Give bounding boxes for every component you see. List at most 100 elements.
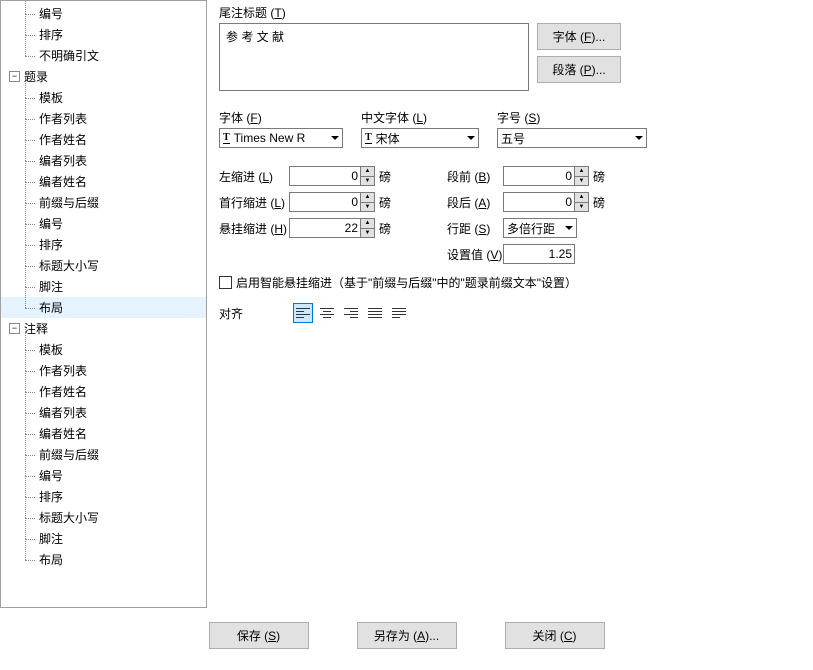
collapse-icon[interactable]: − <box>9 323 20 334</box>
first-indent-label: 首行缩进 (L) <box>219 194 289 211</box>
space-after-input[interactable] <box>503 192 575 212</box>
size-label: 字号 (S) <box>497 109 647 126</box>
tree-item[interactable]: 标题大小写 <box>1 255 206 276</box>
tree-item-label: 前缀与后缀 <box>39 194 99 211</box>
chevron-down-icon <box>331 136 339 140</box>
tree-group[interactable]: −注释 <box>1 318 206 339</box>
align-right-button[interactable] <box>341 303 361 323</box>
tree-item[interactable]: 前缀与后缀 <box>1 192 206 213</box>
save-button[interactable]: 保存 (S) <box>209 622 309 649</box>
font-button[interactable]: 字体 (F)... <box>537 23 621 50</box>
align-distribute-button[interactable] <box>389 303 409 323</box>
tree-item[interactable]: 作者姓名 <box>1 381 206 402</box>
tree-item-label: 作者姓名 <box>39 131 87 148</box>
tree-item[interactable]: 布局 <box>1 297 206 318</box>
tree-item-label: 布局 <box>39 299 63 316</box>
align-center-button[interactable] <box>317 303 337 323</box>
tree-item-label: 编者列表 <box>39 152 87 169</box>
tree-item[interactable]: 排序 <box>1 234 206 255</box>
unit-label: 磅 <box>593 194 605 211</box>
tree-item[interactable]: 前缀与后缀 <box>1 444 206 465</box>
tree-item-label: 编号 <box>39 467 63 484</box>
tree-item-label: 不明确引文 <box>39 47 99 64</box>
tree-item-label: 作者姓名 <box>39 383 87 400</box>
tree-item-label: 排序 <box>39 26 63 43</box>
first-indent-input[interactable] <box>289 192 361 212</box>
font-icon: T <box>223 132 230 144</box>
tree-group-label: 题录 <box>24 68 48 85</box>
tree-item[interactable]: 排序 <box>1 486 206 507</box>
tree-item-label: 模板 <box>39 341 63 358</box>
unit-label: 磅 <box>379 220 391 237</box>
tree-item[interactable]: 标题大小写 <box>1 507 206 528</box>
first-indent-stepper[interactable]: ▲▼ <box>361 192 375 212</box>
endnote-title-label: 尾注标题 (T) <box>219 4 803 21</box>
hanging-indent-stepper[interactable]: ▲▼ <box>361 218 375 238</box>
footer-buttons: 保存 (S) 另存为 (A)... 关闭 (C) <box>0 608 813 663</box>
tree-item[interactable]: 编者列表 <box>1 150 206 171</box>
main-panel: 尾注标题 (T) 参 考 文 献 字体 (F)... 段落 (P)... 字体 … <box>207 0 813 608</box>
hanging-indent-label: 悬挂缩进 (H) <box>219 220 289 237</box>
tree-item[interactable]: 作者姓名 <box>1 129 206 150</box>
space-before-input[interactable] <box>503 166 575 186</box>
tree-item-label: 前缀与后缀 <box>39 446 99 463</box>
space-before-label: 段前 (B) <box>447 168 503 185</box>
tree-item-label: 作者列表 <box>39 362 87 379</box>
tree-item[interactable]: 编者姓名 <box>1 171 206 192</box>
close-button[interactable]: 关闭 (C) <box>505 622 605 649</box>
tree-item-label: 排序 <box>39 236 63 253</box>
size-select[interactable]: 五号 <box>497 128 647 148</box>
align-left-button[interactable] <box>293 303 313 323</box>
tree-item-label: 模板 <box>39 89 63 106</box>
tree-item[interactable]: 脚注 <box>1 528 206 549</box>
set-value-input[interactable] <box>503 244 575 264</box>
tree-group[interactable]: −题录 <box>1 66 206 87</box>
tree-item-label: 标题大小写 <box>39 257 99 274</box>
line-spacing-label: 行距 (S) <box>447 220 503 237</box>
tree-item[interactable]: 脚注 <box>1 276 206 297</box>
line-spacing-select[interactable]: 多倍行距 <box>503 218 577 238</box>
tree-item-label: 布局 <box>39 551 63 568</box>
space-after-stepper[interactable]: ▲▼ <box>575 192 589 212</box>
tree-item[interactable]: 布局 <box>1 549 206 570</box>
tree-item-label: 作者列表 <box>39 110 87 127</box>
tree-item[interactable]: 编号 <box>1 465 206 486</box>
align-label: 对齐 <box>219 305 289 322</box>
set-value-label: 设置值 (V) <box>447 246 503 263</box>
left-indent-input[interactable] <box>289 166 361 186</box>
font-select[interactable]: T Times New R <box>219 128 343 148</box>
tree-item-label: 脚注 <box>39 278 63 295</box>
sidebar-tree[interactable]: 编号排序不明确引文−题录模板作者列表作者姓名编者列表编者姓名前缀与后缀编号排序标… <box>0 0 207 608</box>
hanging-indent-input[interactable] <box>289 218 361 238</box>
tree-item[interactable]: 编者姓名 <box>1 423 206 444</box>
save-as-button[interactable]: 另存为 (A)... <box>357 622 457 649</box>
tree-item[interactable]: 编者列表 <box>1 402 206 423</box>
chevron-down-icon <box>635 136 643 140</box>
tree-item[interactable]: 不明确引文 <box>1 45 206 66</box>
tree-item[interactable]: 模板 <box>1 87 206 108</box>
font-label: 字体 (F) <box>219 109 343 126</box>
tree-item[interactable]: 作者列表 <box>1 360 206 381</box>
space-before-stepper[interactable]: ▲▼ <box>575 166 589 186</box>
chinese-font-select[interactable]: T 宋体 <box>361 128 479 148</box>
tree-item-label: 编者姓名 <box>39 425 87 442</box>
align-justify-button[interactable] <box>365 303 385 323</box>
unit-label: 磅 <box>379 194 391 211</box>
smart-hanging-checkbox[interactable] <box>219 276 232 289</box>
tree-item[interactable]: 作者列表 <box>1 108 206 129</box>
tree-item[interactable]: 编号 <box>1 213 206 234</box>
unit-label: 磅 <box>593 168 605 185</box>
left-indent-stepper[interactable]: ▲▼ <box>361 166 375 186</box>
chinese-font-label: 中文字体 (L) <box>361 109 479 126</box>
chevron-down-icon <box>467 136 475 140</box>
chevron-down-icon <box>565 226 573 230</box>
tree-item-label: 排序 <box>39 488 63 505</box>
paragraph-button[interactable]: 段落 (P)... <box>537 56 621 83</box>
tree-item[interactable]: 编号 <box>1 3 206 24</box>
tree-item[interactable]: 模板 <box>1 339 206 360</box>
font-icon: T <box>365 132 372 144</box>
endnote-title-input[interactable]: 参 考 文 献 <box>219 23 529 91</box>
tree-item-label: 编者姓名 <box>39 173 87 190</box>
tree-item[interactable]: 排序 <box>1 24 206 45</box>
collapse-icon[interactable]: − <box>9 71 20 82</box>
